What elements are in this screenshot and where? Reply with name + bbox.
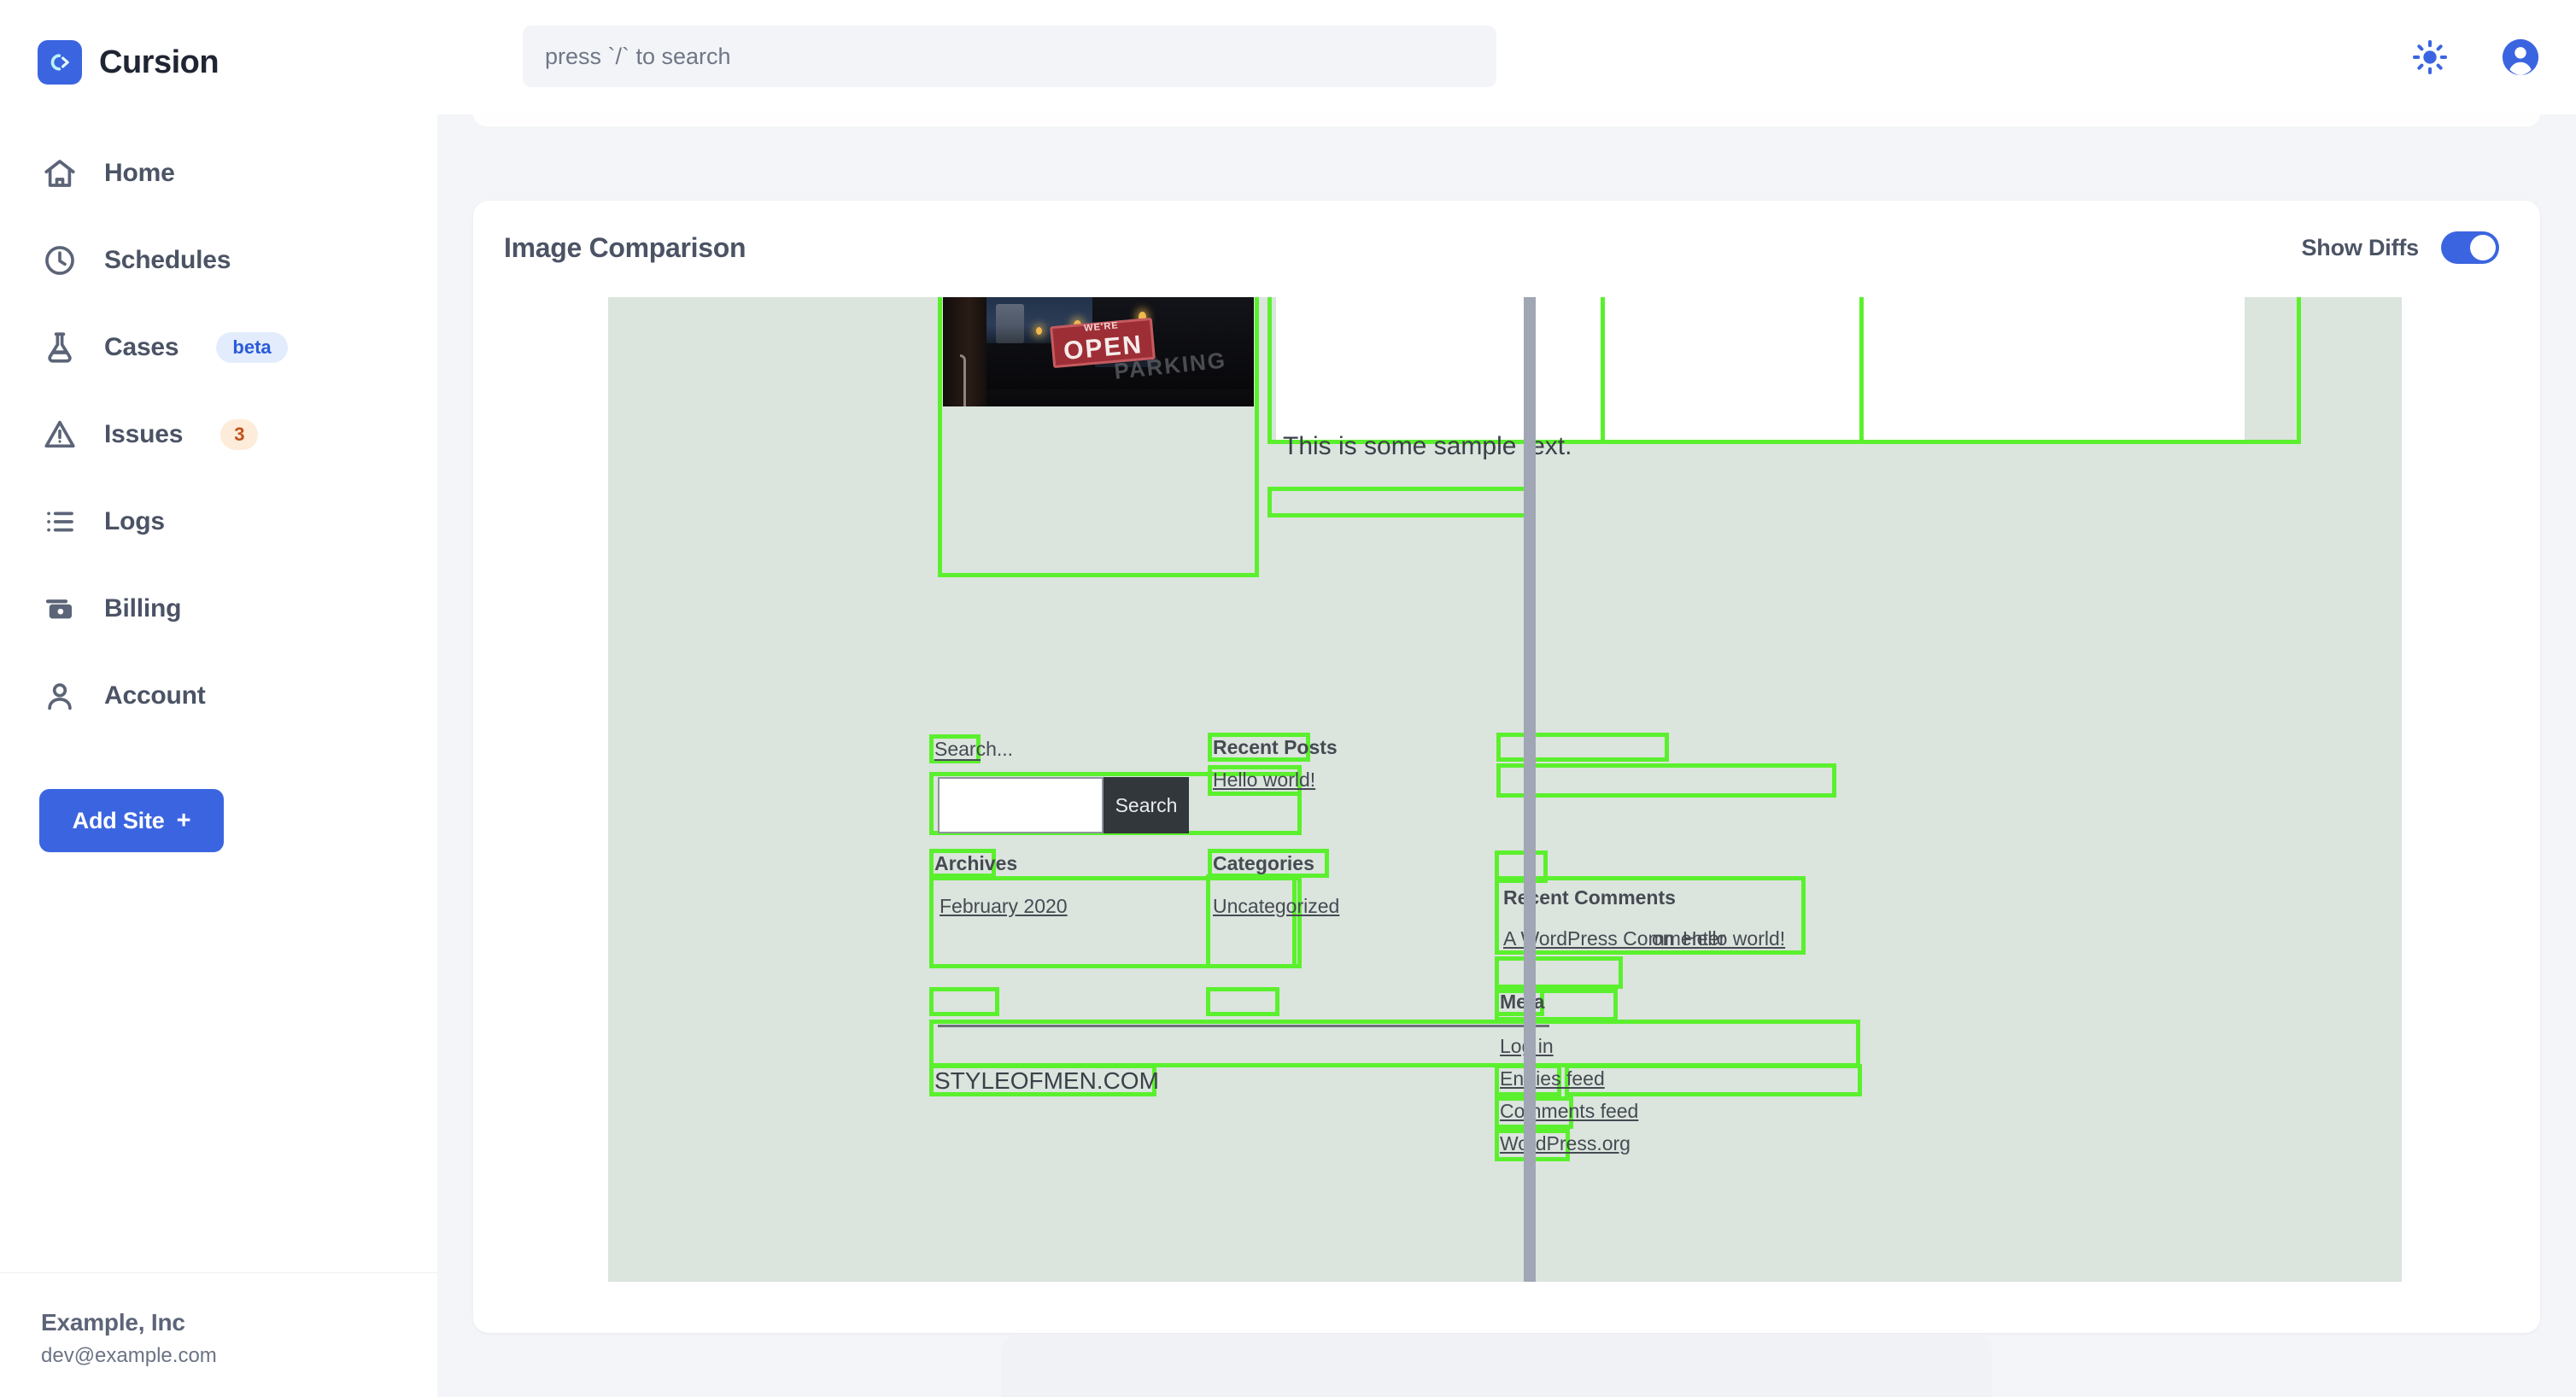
home-icon: [41, 155, 79, 192]
wp-search-button[interactable]: Search: [1104, 777, 1189, 833]
diff-box: [1565, 1064, 1862, 1096]
categories-heading: Categories: [1213, 852, 1314, 874]
sidebar: Cursion Home Schedules Cases beta Issues…: [0, 0, 437, 1397]
page-title: Image Comparison: [504, 231, 746, 263]
add-site-label: Add Site: [72, 807, 165, 833]
meta-link-wordpress-org[interactable]: WordPress.org: [1500, 1132, 1630, 1155]
diff-box: [929, 987, 999, 1016]
sidebar-item-issues[interactable]: Issues 3: [0, 391, 437, 478]
sidebar-item-account[interactable]: Account: [0, 652, 437, 739]
categories-link[interactable]: Uncategorized: [1213, 895, 1339, 918]
sidebar-item-billing[interactable]: Billing: [0, 565, 437, 652]
sidebar-item-cases[interactable]: Cases beta: [0, 304, 437, 391]
sidebar-nav: Home Schedules Cases beta Issues 3 Logs …: [0, 130, 437, 739]
diff-box: [1496, 733, 1669, 762]
brand-name: Cursion: [99, 44, 220, 80]
archives-heading: Archives: [934, 852, 1018, 874]
diff-box: [1496, 763, 1836, 798]
show-diffs-label: Show Diffs: [2301, 234, 2420, 260]
topbar: [437, 0, 2576, 114]
diff-box: [1601, 297, 2301, 444]
user-icon: [41, 677, 79, 715]
sun-icon[interactable]: [2410, 38, 2450, 77]
sidebar-item-label: Schedules: [104, 246, 231, 274]
organization-name: Example, Inc: [41, 1309, 185, 1336]
storefront-photo: WE'RE OPEN PARKING: [943, 297, 1254, 406]
user-avatar-icon[interactable]: [2501, 38, 2540, 77]
sidebar-item-home[interactable]: Home: [0, 130, 437, 217]
meta-heading: Meta: [1500, 991, 1545, 1013]
plus-icon: +: [176, 806, 191, 834]
ghost-card-above: [473, 114, 2540, 126]
list-icon: [41, 503, 79, 541]
c-arrow-logo-icon: [38, 40, 82, 85]
flask-icon: [41, 329, 79, 366]
diff-box: [1495, 956, 1623, 989]
diff-box: [1206, 987, 1279, 1016]
comparison-slider-handle[interactable]: [1524, 297, 1536, 1282]
clock-icon: [41, 242, 79, 279]
diff-box: [1268, 487, 1532, 517]
sidebar-item-logs[interactable]: Logs: [0, 478, 437, 565]
ghost-card-below: [1001, 1336, 1992, 1397]
add-site-button[interactable]: Add Site +: [39, 789, 224, 852]
archives-link[interactable]: February 2020: [940, 895, 1068, 918]
search-widget-label: Search...: [934, 738, 1014, 760]
diff-box: [1206, 874, 1297, 968]
app-root: Cursion Home Schedules Cases beta Issues…: [0, 0, 2576, 1397]
site-footer-text: STYLEOFMEN.COM: [934, 1067, 1159, 1094]
comment-on-text: on: [1652, 927, 1674, 950]
show-diffs-control: Show Diffs: [2301, 231, 2499, 264]
card-header: Image Comparison Show Diffs: [473, 201, 2540, 295]
wp-search-form: Search: [938, 777, 1189, 833]
show-diffs-toggle[interactable]: [2441, 231, 2499, 264]
warning-triangle-icon: [41, 416, 79, 453]
search-input[interactable]: [523, 26, 1496, 87]
image-comparison-viewport[interactable]: WE'RE OPEN PARKING This is some sample t…: [608, 297, 2402, 1282]
organization-email: dev@example.com: [41, 1344, 217, 1367]
wp-search-input[interactable]: [938, 777, 1104, 833]
sidebar-item-schedules[interactable]: Schedules: [0, 217, 437, 304]
recent-posts-heading: Recent Posts: [1213, 736, 1338, 758]
sidebar-item-label: Issues: [104, 420, 184, 448]
sidebar-item-label: Logs: [104, 507, 165, 535]
sidebar-item-label: Billing: [104, 594, 182, 623]
topbar-actions: [2410, 0, 2540, 114]
sidebar-item-label: Account: [104, 681, 206, 710]
comment-post-link[interactable]: Hello world!: [1683, 927, 1785, 950]
cases-beta-badge: beta: [216, 332, 288, 363]
brand[interactable]: Cursion: [0, 0, 437, 94]
meta-link-entries-feed[interactable]: Entries feed: [1500, 1067, 1605, 1090]
recent-post-link[interactable]: Hello world!: [1213, 769, 1315, 792]
toggle-knob: [2470, 235, 2496, 260]
sidebar-item-label: Cases: [104, 333, 179, 361]
issues-count-badge: 3: [220, 419, 259, 450]
sidebar-item-label: Home: [104, 159, 175, 187]
sidebar-footer: Example, Inc dev@example.com: [0, 1272, 437, 1397]
meta-link-comments-feed[interactable]: Comments feed: [1500, 1100, 1638, 1123]
card-icon: [41, 590, 79, 628]
